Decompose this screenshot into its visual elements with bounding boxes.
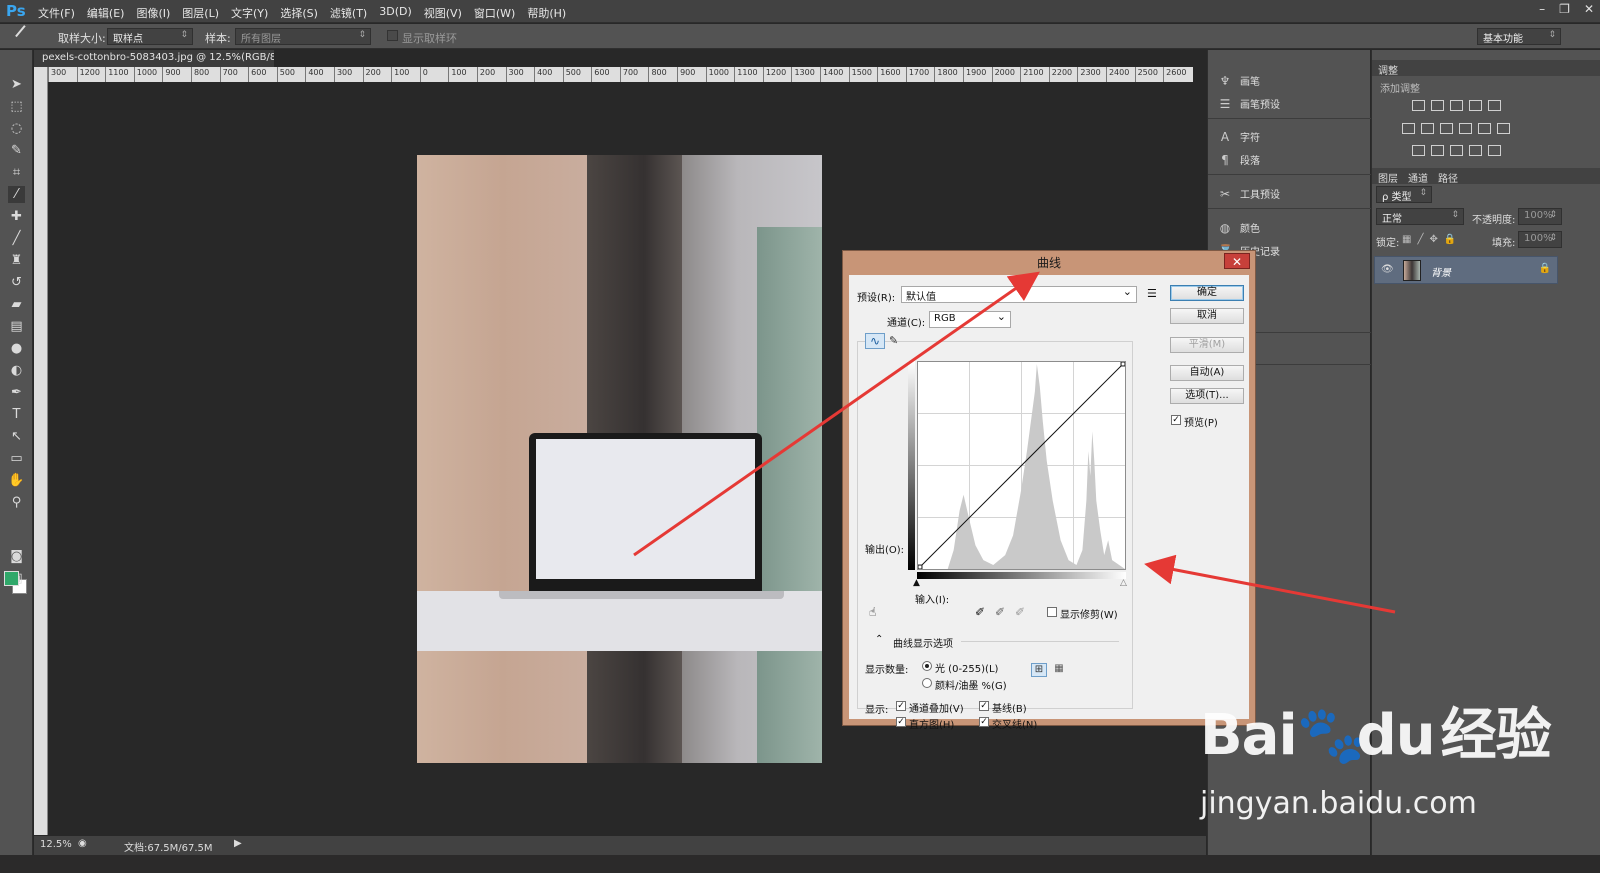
watermark-url: jingyan.baidu.com <box>1200 786 1477 821</box>
watermark-brand-a: Bai <box>1200 703 1298 768</box>
annotation-arrow-to-title <box>633 271 1040 557</box>
paw-icon: 🐾 <box>1296 703 1367 768</box>
watermark-logo: Bai🐾du 经验 <box>1200 690 1552 771</box>
watermark-brand-b: du <box>1356 703 1436 768</box>
foreground-color-swatch[interactable] <box>4 571 19 586</box>
watermark-brand-cn: 经验 <box>1440 703 1552 768</box>
annotation-arrow-to-input-bar <box>1144 554 1396 614</box>
